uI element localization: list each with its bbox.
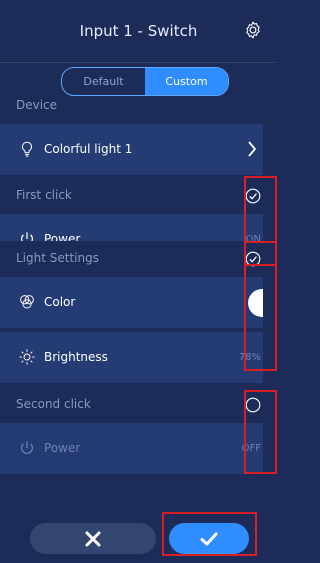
first-click-header: First click	[0, 178, 263, 214]
cancel-button[interactable]	[30, 523, 156, 554]
device-section-label: Device	[16, 98, 58, 112]
light-settings-label: Light Settings	[16, 251, 99, 265]
app-screen: Input 1 - Switch Default Custom Device C…	[0, 0, 277, 563]
gear-icon[interactable]	[243, 20, 263, 40]
second-click-header: Second click	[0, 387, 263, 423]
first-click-label: First click	[16, 188, 72, 202]
highlight-box-light-settings	[244, 241, 277, 371]
brightness-label: Brightness	[44, 350, 108, 364]
color-row[interactable]: Color	[0, 277, 263, 328]
power-label: Power	[44, 441, 81, 455]
color-label: Color	[44, 295, 76, 309]
second-click-power-row[interactable]: Power OFF	[0, 423, 263, 474]
top-bar: Input 1 - Switch	[0, 0, 277, 63]
close-icon	[85, 531, 101, 546]
mode-toggle: Default Custom	[61, 67, 229, 96]
color-palette-icon	[20, 295, 34, 309]
chevron-right-icon	[248, 141, 257, 157]
highlight-box-confirm	[162, 512, 257, 556]
page-title: Input 1 - Switch	[79, 22, 198, 40]
light-settings-header: Light Settings	[0, 241, 263, 277]
sun-icon	[19, 349, 35, 365]
device-name: Colorful light 1	[44, 142, 133, 156]
brightness-row[interactable]: Brightness 78%	[0, 332, 263, 383]
bulb-icon	[22, 141, 32, 157]
power-icon	[21, 441, 33, 454]
device-row[interactable]: Colorful light 1	[0, 124, 263, 175]
second-click-label: Second click	[16, 397, 91, 411]
highlight-box-second-click	[244, 390, 277, 474]
tab-default[interactable]: Default	[62, 68, 145, 95]
tab-custom[interactable]: Custom	[145, 68, 228, 95]
